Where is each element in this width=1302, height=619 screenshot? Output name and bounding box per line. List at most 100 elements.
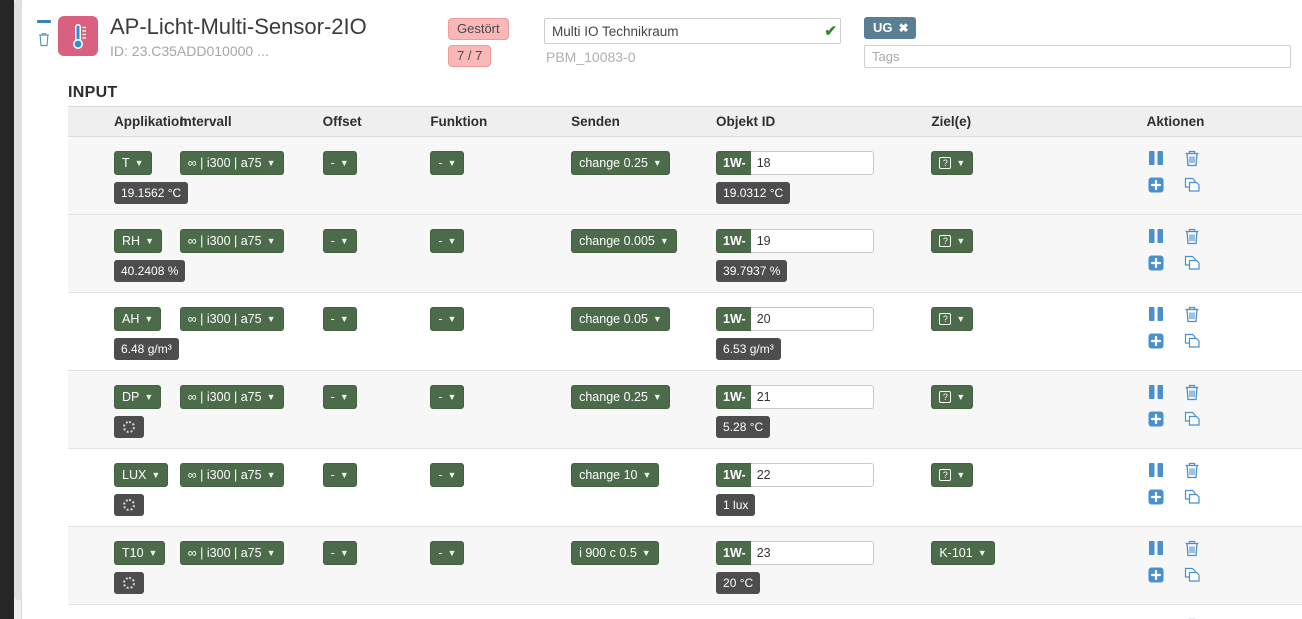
chevron-down-icon: ▼: [956, 158, 966, 168]
funktion-dropdown[interactable]: - ▼: [430, 151, 465, 175]
senden-dropdown[interactable]: change 0.25 ▼: [571, 151, 670, 175]
pause-button[interactable]: [1147, 383, 1165, 401]
senden-dropdown[interactable]: change 0.25 ▼: [571, 385, 670, 409]
ziel-dropdown[interactable]: K-101 ▼: [931, 541, 995, 565]
thermometer-icon: [58, 16, 98, 56]
objekt-id-input[interactable]: [750, 151, 875, 175]
add-button[interactable]: [1147, 254, 1165, 272]
intervall-dropdown[interactable]: ∞ | i300 | a75 ▼: [179, 541, 284, 565]
cell-senden: change 0.005 ▼: [571, 215, 716, 263]
senden-dropdown[interactable]: change 10 ▼: [571, 463, 660, 487]
funktion-dropdown[interactable]: - ▼: [430, 541, 465, 565]
senden-dropdown[interactable]: change 0.005 ▼: [571, 229, 677, 253]
ziel-dropdown[interactable]: ? ▼: [931, 463, 974, 487]
trash-icon[interactable]: [37, 31, 51, 47]
offset-dropdown[interactable]: - ▼: [322, 463, 357, 487]
objekt-id-input[interactable]: [750, 385, 875, 409]
ziel-dropdown[interactable]: ? ▼: [931, 385, 974, 409]
offset-dropdown[interactable]: - ▼: [322, 541, 357, 565]
duplicate-button[interactable]: [1183, 332, 1201, 350]
applikation-dropdown[interactable]: AH ▼: [114, 307, 162, 331]
senden-dropdown[interactable]: i 900 c 0.5 ▼: [571, 541, 659, 565]
applikation-dropdown[interactable]: T10 ▼: [114, 541, 166, 565]
intervall-dropdown[interactable]: ∞ | i300 | a75 ▼: [179, 307, 284, 331]
objekt-id-group: 1W-: [716, 229, 875, 253]
cell-aktionen: [1147, 371, 1219, 445]
offset-dropdown[interactable]: - ▼: [322, 307, 357, 331]
objekt-id-input[interactable]: [750, 229, 875, 253]
tags-input[interactable]: [864, 45, 1291, 68]
duplicate-button[interactable]: [1183, 254, 1201, 272]
page-scrollbar[interactable]: [14, 0, 22, 619]
delete-button[interactable]: [1183, 227, 1201, 245]
objekt-id-input[interactable]: [750, 541, 875, 565]
cell-offset: -▼: [322, 137, 431, 185]
applikation-dropdown[interactable]: T ▼: [114, 151, 152, 175]
applikation-dropdown-label: T: [122, 156, 130, 170]
add-button[interactable]: [1147, 176, 1165, 194]
funktion-dropdown[interactable]: - ▼: [430, 229, 465, 253]
intervall-dropdown[interactable]: ∞ | i300 | a75 ▼: [179, 385, 284, 409]
scrollbar-thumb[interactable]: [14, 0, 22, 600]
cell-ziele: ?▼: [931, 371, 1146, 419]
chevron-down-icon: ▼: [652, 314, 662, 324]
delete-button[interactable]: [1183, 383, 1201, 401]
duplicate-button[interactable]: [1183, 566, 1201, 584]
pause-button[interactable]: [1147, 305, 1165, 323]
offset-dropdown[interactable]: - ▼: [322, 229, 357, 253]
add-button[interactable]: [1147, 566, 1165, 584]
ziel-dropdown[interactable]: ? ▼: [931, 307, 974, 331]
duplicate-button[interactable]: [1183, 488, 1201, 506]
close-icon[interactable]: ✖: [899, 21, 909, 35]
duplicate-button[interactable]: [1183, 176, 1201, 194]
duplicate-button[interactable]: [1183, 410, 1201, 428]
ziel-dropdown[interactable]: ? ▼: [931, 229, 974, 253]
delete-button[interactable]: [1183, 539, 1201, 557]
objekt-id-input[interactable]: [750, 463, 875, 487]
delete-button[interactable]: [1183, 305, 1201, 323]
tag-chip-ug[interactable]: UG ✖: [864, 17, 916, 39]
cell-objekt-id: 1W- 5.28 °C: [716, 371, 931, 448]
column-header-intervall: Intervall: [179, 106, 323, 137]
add-button[interactable]: [1147, 488, 1165, 506]
objekt-id-group: 1W-: [716, 541, 875, 565]
cell-funktion: -▼: [430, 371, 571, 419]
funktion-dropdown[interactable]: - ▼: [430, 307, 465, 331]
intervall-dropdown[interactable]: ∞ | i300 | a75 ▼: [179, 151, 284, 175]
delete-button[interactable]: [1183, 461, 1201, 479]
objekt-value-badge: 1 lux: [716, 494, 756, 516]
cell-applikation: T10 ▼: [68, 527, 180, 604]
applikation-dropdown[interactable]: DP ▼: [114, 385, 162, 409]
intervall-dropdown[interactable]: ∞ | i300 | a75 ▼: [179, 229, 284, 253]
senden-dropdown-label: change 0.25: [579, 156, 648, 170]
collapse-minus-icon[interactable]: [37, 20, 51, 23]
device-titles: AP-Licht-Multi-Sensor-2IO ID: 23.C35ADD0…: [110, 14, 440, 61]
pause-button[interactable]: [1147, 539, 1165, 557]
applikation-dropdown[interactable]: RH ▼: [114, 229, 162, 253]
cell-ziele: ?▼: [931, 449, 1146, 497]
offset-dropdown[interactable]: - ▼: [322, 385, 357, 409]
objekt-id-input[interactable]: [750, 307, 875, 331]
cell-funktion: -▼: [430, 449, 571, 497]
senden-dropdown[interactable]: change 0.05 ▼: [571, 307, 670, 331]
chevron-down-icon: ▼: [977, 548, 987, 558]
chevron-down-icon: ▼: [447, 314, 457, 324]
offset-dropdown[interactable]: - ▼: [322, 151, 357, 175]
chevron-down-icon: ▼: [956, 314, 966, 324]
applikation-dropdown[interactable]: LUX ▼: [114, 463, 169, 487]
device-label-input[interactable]: [544, 18, 841, 44]
pause-button[interactable]: [1147, 461, 1165, 479]
funktion-dropdown[interactable]: - ▼: [430, 385, 465, 409]
delete-button[interactable]: [1183, 149, 1201, 167]
ziel-dropdown[interactable]: ? ▼: [931, 151, 974, 175]
add-button[interactable]: [1147, 332, 1165, 350]
funktion-dropdown[interactable]: - ▼: [430, 463, 465, 487]
chevron-down-icon: ▼: [659, 236, 669, 246]
add-button[interactable]: [1147, 410, 1165, 428]
pause-button[interactable]: [1147, 227, 1165, 245]
chevron-down-icon: ▼: [266, 158, 276, 168]
intervall-dropdown[interactable]: ∞ | i300 | a75 ▼: [179, 463, 284, 487]
current-value-badge: 19.1562 °C: [114, 182, 189, 204]
cell-offset: -▼: [322, 371, 431, 419]
pause-button[interactable]: [1147, 149, 1165, 167]
